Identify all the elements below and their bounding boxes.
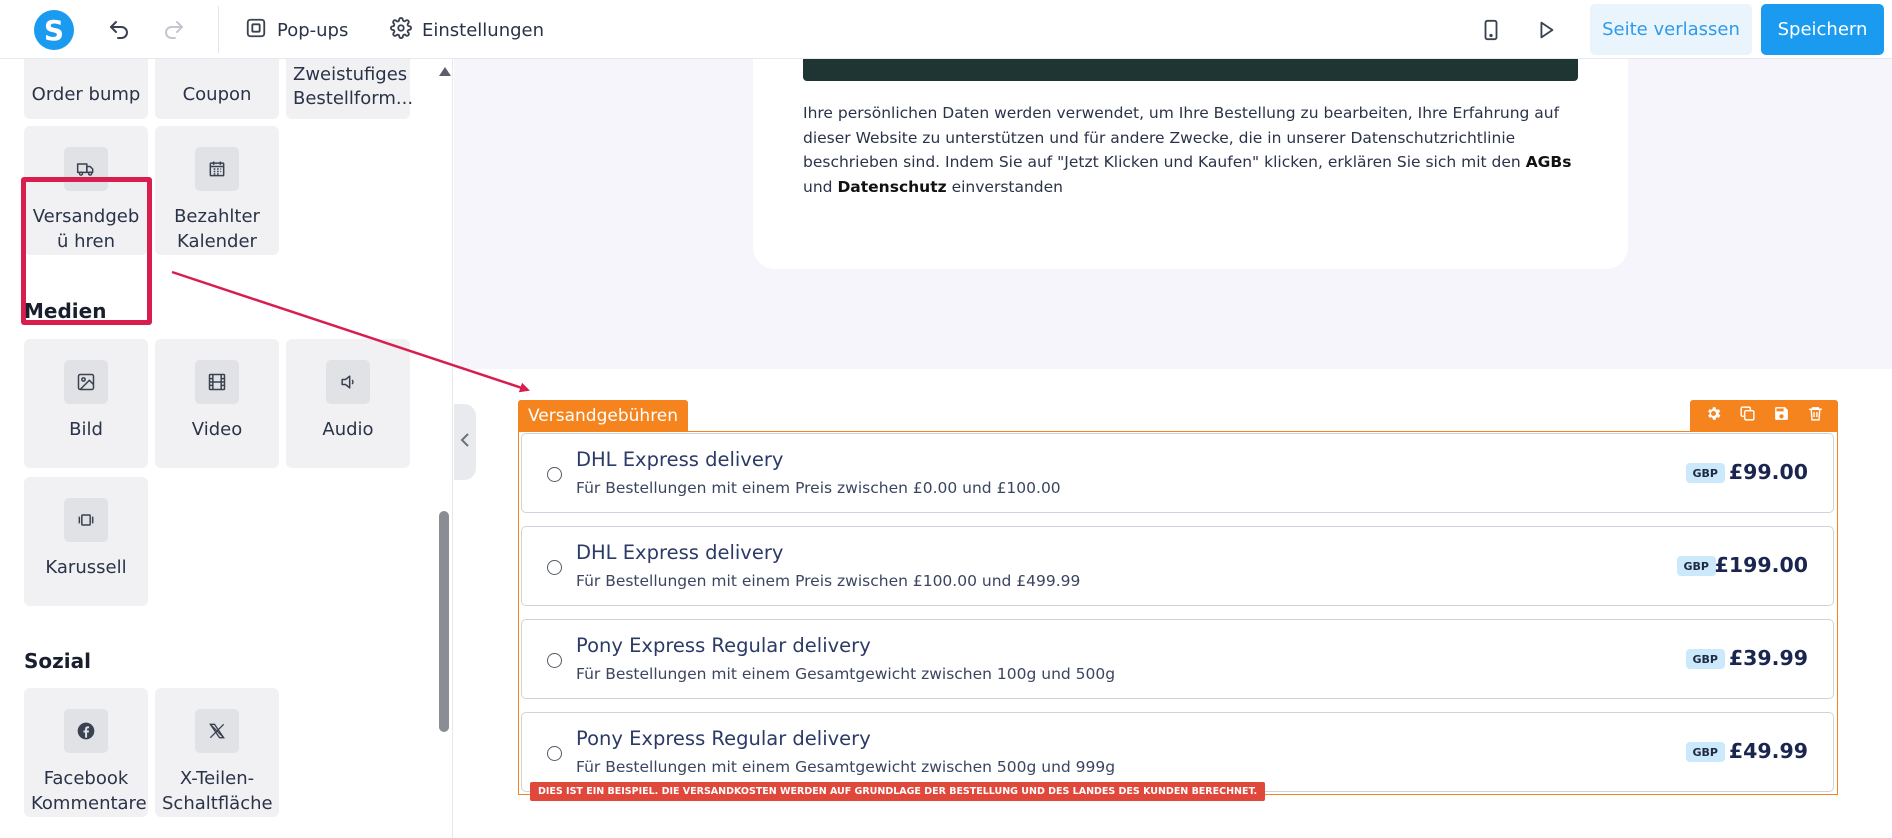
popups-label: Pop-ups [277,19,349,41]
element-tile-audio[interactable]: Audio [286,339,410,468]
shipping-option-description: Für Bestellungen mit einem Gesamtgewicht… [576,665,1116,683]
shipping-radio[interactable] [547,560,562,575]
shipping-option-description: Für Bestellungen mit einem Preis zwische… [576,572,1081,590]
play-preview-icon[interactable] [1532,16,1560,44]
privacy-text: Ihre persönlichen Daten werden verwendet… [803,104,1560,171]
buy-button-bar[interactable] [803,59,1578,81]
element-tile-image[interactable]: Bild [24,339,148,468]
popup-icon [245,17,267,44]
element-toolbar [1690,400,1838,431]
top-toolbar: S Pop-ups Einstellungen Seite verlassen … [0,0,1892,59]
app-logo[interactable]: S [34,10,74,50]
tile-label: Audio [322,419,374,440]
shipping-option-row[interactable]: Pony Express Regular delivery Für Bestel… [521,712,1834,792]
privacy-link[interactable]: Datenschutz [837,178,946,196]
privacy-agree: einverstanden [951,177,1063,196]
collapse-sidebar-button[interactable] [454,404,476,480]
settings-label: Einstellungen [422,19,545,41]
element-tile-video[interactable]: Video [155,339,279,468]
privacy-and: und [803,177,833,196]
shipping-radio[interactable] [547,467,562,482]
shipping-option-description: Für Bestellungen mit einem Preis zwische… [576,479,1061,497]
agb-link[interactable]: AGBs [1526,153,1572,171]
gear-icon [390,16,412,44]
tile-label: Bezahlter Kalender [174,206,260,252]
shipping-option-row[interactable]: Pony Express Regular delivery Für Bestel… [521,619,1834,699]
tile-label: Order bump [31,84,141,105]
shipping-radio[interactable] [547,746,562,761]
carousel-icon [64,498,108,542]
element-tile-two-step-order-form[interactable]: Zweistufiges Bestellform... [286,59,414,119]
calendar-icon [195,147,239,191]
shipping-option-row[interactable]: DHL Express delivery Für Bestellungen mi… [521,433,1834,513]
facebook-icon [64,709,108,753]
mobile-preview-icon[interactable] [1477,16,1505,44]
currency-badge: GBP [1676,556,1716,576]
element-tile-x-share-button[interactable]: X-Teilen-Schaltfläche [155,688,279,817]
currency-badge: GBP [1685,742,1725,762]
shipping-option-price: £39.99 [1728,646,1808,670]
popups-button[interactable]: Pop-ups [245,17,348,43]
gear-icon[interactable] [1705,405,1722,426]
currency-badge: GBP [1685,649,1725,669]
shipping-option-name: DHL Express delivery [576,541,784,564]
shipping-radio[interactable] [547,653,562,668]
tile-label: Facebook Kommentare [31,768,147,814]
settings-button[interactable]: Einstellungen [390,16,545,44]
shipping-option-name: Pony Express Regular delivery [576,634,871,657]
section-title-social: Sozial [24,649,91,673]
redo-icon[interactable] [160,16,188,44]
leave-page-button[interactable]: Seite verlassen [1590,4,1752,55]
privacy-notice: Ihre persönlichen Daten werden verwendet… [803,101,1578,199]
scroll-up-arrow[interactable] [439,67,451,76]
element-tile-facebook-comments[interactable]: Facebook Kommentare [24,688,148,817]
elements-sidebar: Order bump Coupon Zweistufiges Bestellfo… [0,59,453,838]
element-tile-carousel[interactable]: Karussell [24,477,148,606]
shipping-option-price: £99.00 [1728,460,1808,484]
chevron-left-icon [460,432,470,452]
audio-icon [326,360,370,404]
video-icon [195,360,239,404]
toolbar-divider [218,6,219,53]
section-title-media: Medien [24,299,107,323]
save-icon[interactable] [1773,405,1790,426]
element-tile-paid-calendar[interactable]: Bezahlter Kalender [155,126,279,255]
shipping-option-price: £199.00 [1714,553,1808,577]
editor-canvas: Ihre persönlichen Daten werden verwendet… [454,59,1892,838]
shipping-option-price: £49.99 [1728,739,1808,763]
x-icon [195,709,239,753]
shipping-option-row[interactable]: DHL Express delivery Für Bestellungen mi… [521,526,1834,606]
tile-label: X-Teilen-Schaltfläche [162,768,273,814]
tile-label: Video [191,419,243,440]
copy-icon[interactable] [1739,405,1756,426]
image-icon [64,360,108,404]
shipping-option-name: DHL Express delivery [576,448,784,471]
tile-label: Karussell [45,557,127,578]
element-tile-coupon[interactable]: Coupon [155,59,279,119]
currency-badge: GBP [1685,463,1725,483]
save-button[interactable]: Speichern [1761,4,1884,55]
undo-icon[interactable] [105,16,133,44]
shipping-option-name: Pony Express Regular delivery [576,727,871,750]
tile-label: Coupon [182,84,252,105]
element-label-shipping[interactable]: Versandgebühren [518,400,689,431]
shipping-fees-element[interactable]: DHL Express delivery Für Bestellungen mi… [518,431,1838,795]
sidebar-scrollbar-thumb[interactable] [439,511,449,732]
shipping-option-description: Für Bestellungen mit einem Gesamtgewicht… [576,758,1116,776]
tile-label: Bild [69,419,103,440]
tile-label: Zweistufiges Bestellform... [293,64,414,109]
shipping-example-note: DIES IST EIN BEISPIEL. DIE VERSANDKOSTEN… [530,782,1266,801]
trash-icon[interactable] [1807,405,1824,426]
element-tile-order-bump[interactable]: Order bump [24,59,148,119]
